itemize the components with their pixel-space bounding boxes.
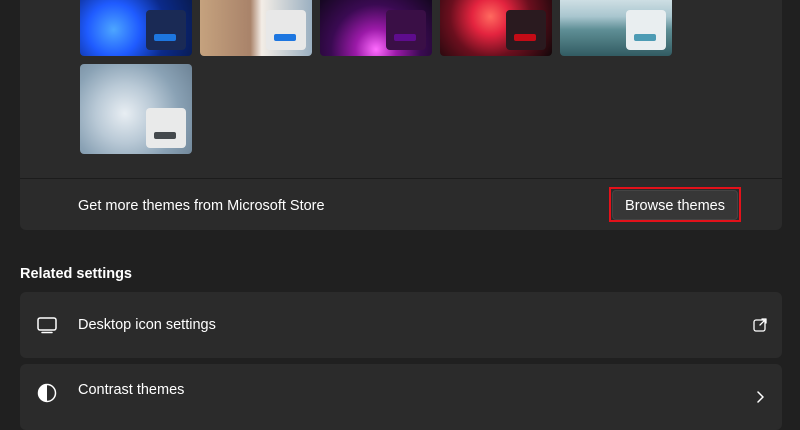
contrast-icon — [37, 383, 57, 403]
theme-chip — [146, 108, 186, 148]
accent-color-bar — [634, 34, 656, 41]
theme-chip — [386, 10, 426, 50]
chevron-right-icon — [757, 391, 764, 403]
row-label: Desktop icon settings — [78, 317, 216, 333]
theme-tile-6[interactable] — [80, 64, 192, 154]
theme-tile-4[interactable] — [440, 0, 552, 56]
accent-color-bar — [154, 132, 176, 139]
related-settings-heading: Related settings — [20, 266, 132, 282]
accent-color-bar — [154, 34, 176, 41]
theme-tile-3[interactable] — [320, 0, 432, 56]
theme-chip — [266, 10, 306, 50]
accent-color-bar — [514, 34, 536, 41]
theme-tile-2[interactable] — [200, 0, 312, 56]
external-link-icon — [753, 318, 767, 332]
desktop-icon — [37, 317, 57, 334]
theme-chip — [626, 10, 666, 50]
theme-tile-5[interactable] — [560, 0, 672, 56]
desktop-icon-settings-row[interactable]: Desktop icon settings — [20, 292, 782, 358]
accent-color-bar — [274, 34, 296, 41]
theme-chip — [506, 10, 546, 50]
accent-color-bar — [394, 34, 416, 41]
highlight-box — [609, 187, 741, 222]
theme-chip — [146, 10, 186, 50]
theme-tile-1[interactable] — [80, 0, 192, 56]
contrast-themes-row[interactable]: Contrast themes — [20, 364, 782, 430]
store-label: Get more themes from Microsoft Store — [78, 198, 325, 214]
row-label: Contrast themes — [78, 382, 185, 398]
card-divider — [20, 178, 782, 179]
